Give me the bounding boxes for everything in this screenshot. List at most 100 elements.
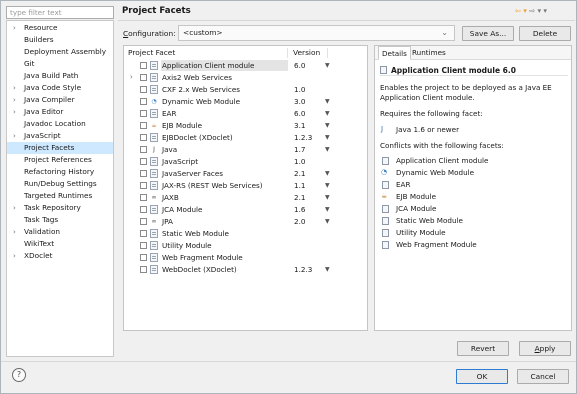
filter-input[interactable]: type filter text (6, 6, 114, 19)
nav-item[interactable]: › XDoclet (7, 250, 113, 262)
version-dropdown-icon[interactable]: ▼ (325, 144, 330, 155)
nav-item[interactable]: › Task Repository (7, 202, 113, 214)
nav-item[interactable]: Builders (7, 34, 113, 46)
facet-checkbox[interactable] (140, 86, 147, 93)
version-dropdown-icon[interactable]: ▼ (325, 108, 330, 119)
nav-item[interactable]: Targeted Runtimes (7, 190, 113, 202)
nav-item[interactable]: › Java Editor (7, 106, 113, 118)
column-header-facet[interactable]: Project Facet (128, 48, 175, 57)
facet-row[interactable]: Application Client module 6.0 ▼ (124, 60, 367, 71)
facet-version[interactable]: 3.1 (294, 120, 305, 131)
facet-checkbox[interactable] (140, 110, 147, 117)
chevron-right-icon[interactable]: › (13, 22, 16, 34)
back-arrow-icon[interactable]: ⇦ ▾ (515, 6, 527, 15)
configuration-select[interactable]: <custom> ⌄ (178, 25, 455, 41)
chevron-right-icon[interactable]: › (13, 130, 16, 142)
nav-item[interactable]: Project Facets (7, 142, 113, 154)
nav-item[interactable]: Git (7, 58, 113, 70)
facet-row[interactable]: ∞ JAXB 2.1 ▼ (124, 192, 367, 203)
nav-item[interactable]: Java Build Path (7, 70, 113, 82)
facet-checkbox[interactable] (140, 266, 147, 273)
nav-item[interactable]: Refactoring History (7, 166, 113, 178)
facet-checkbox[interactable] (140, 98, 147, 105)
version-dropdown-icon[interactable]: ▼ (325, 204, 330, 215)
chevron-right-icon[interactable]: › (130, 72, 133, 83)
facet-checkbox[interactable] (140, 182, 147, 189)
help-icon[interactable]: ? (12, 368, 26, 382)
nav-item[interactable]: › Resource (7, 22, 113, 34)
facet-version[interactable]: 2.0 (294, 216, 305, 227)
version-dropdown-icon[interactable]: ▼ (325, 192, 330, 203)
facet-row[interactable]: EAR 6.0 ▼ (124, 108, 367, 119)
chevron-right-icon[interactable]: › (13, 226, 16, 238)
delete-button[interactable]: Delete (519, 26, 571, 41)
facet-row[interactable]: JavaScript 1.0 (124, 156, 367, 167)
ok-button[interactable]: OK (456, 369, 508, 384)
facet-checkbox[interactable] (140, 170, 147, 177)
chevron-right-icon[interactable]: › (13, 202, 16, 214)
nav-item[interactable]: Project References (7, 154, 113, 166)
chevron-right-icon[interactable]: › (13, 106, 16, 118)
version-dropdown-icon[interactable]: ▼ (325, 132, 330, 143)
facet-row[interactable]: Utility Module (124, 240, 367, 251)
nav-item[interactable]: Deployment Assembly (7, 46, 113, 58)
version-dropdown-icon[interactable]: ▼ (325, 216, 330, 227)
facet-checkbox[interactable] (140, 254, 147, 261)
version-dropdown-icon[interactable]: ▼ (325, 180, 330, 191)
apply-button[interactable]: Apply (519, 341, 571, 356)
forward-arrow-icon[interactable]: ⇨ ▾ ▾ (529, 6, 547, 15)
facet-version[interactable]: 1.2.3 (294, 132, 312, 143)
facet-checkbox[interactable] (140, 74, 147, 81)
facet-row[interactable]: › Axis2 Web Services (124, 72, 367, 83)
revert-button[interactable]: Revert (457, 341, 509, 356)
facet-row[interactable]: Web Fragment Module (124, 252, 367, 263)
facet-row[interactable]: ☕ EJB Module 3.1 ▼ (124, 120, 367, 131)
facet-checkbox[interactable] (140, 62, 147, 69)
facet-row[interactable]: JavaServer Faces 2.1 ▼ (124, 168, 367, 179)
facet-version[interactable]: 2.1 (294, 168, 305, 179)
facet-version[interactable]: 1.1 (294, 180, 305, 191)
facet-checkbox[interactable] (140, 218, 147, 225)
version-dropdown-icon[interactable]: ▼ (325, 168, 330, 179)
tab-details[interactable]: Details (378, 46, 411, 60)
chevron-right-icon[interactable]: › (13, 250, 16, 262)
facet-version[interactable]: 3.0 (294, 96, 305, 107)
facet-row[interactable]: WebDoclet (XDoclet) 1.2.3 ▼ (124, 264, 367, 275)
facet-row[interactable]: JCA Module 1.6 ▼ (124, 204, 367, 215)
facet-checkbox[interactable] (140, 206, 147, 213)
nav-item[interactable]: Task Tags (7, 214, 113, 226)
tab-runtimes[interactable]: Runtimes (409, 46, 449, 60)
nav-item[interactable]: WikiText (7, 238, 113, 250)
facet-row[interactable]: CXF 2.x Web Services 1.0 (124, 84, 367, 95)
save-as-button[interactable]: Save As... (462, 26, 514, 41)
chevron-right-icon[interactable]: › (13, 82, 16, 94)
version-dropdown-icon[interactable]: ▼ (325, 264, 330, 275)
nav-item[interactable]: Javadoc Location (7, 118, 113, 130)
facet-version[interactable]: 1.2.3 (294, 264, 312, 275)
nav-item[interactable]: › Java Compiler (7, 94, 113, 106)
facet-checkbox[interactable] (140, 230, 147, 237)
nav-item[interactable]: › Java Code Style (7, 82, 113, 94)
nav-item[interactable]: Run/Debug Settings (7, 178, 113, 190)
facet-checkbox[interactable] (140, 242, 147, 249)
facet-version[interactable]: 6.0 (294, 108, 305, 119)
facet-checkbox[interactable] (140, 122, 147, 129)
facet-checkbox[interactable] (140, 194, 147, 201)
facet-version[interactable]: 2.1 (294, 192, 305, 203)
facet-row[interactable]: ◔ Dynamic Web Module 3.0 ▼ (124, 96, 367, 107)
facet-version[interactable]: 1.6 (294, 204, 305, 215)
nav-item[interactable]: › Validation (7, 226, 113, 238)
facet-version[interactable]: 1.7 (294, 144, 305, 155)
chevron-right-icon[interactable]: › (13, 94, 16, 106)
facet-checkbox[interactable] (140, 146, 147, 153)
cancel-button[interactable]: Cancel (517, 369, 569, 384)
facet-row[interactable]: JAX-RS (REST Web Services) 1.1 ▼ (124, 180, 367, 191)
version-dropdown-icon[interactable]: ▼ (325, 96, 330, 107)
nav-item[interactable]: › JavaScript (7, 130, 113, 142)
column-header-version[interactable]: Version (293, 48, 320, 57)
version-dropdown-icon[interactable]: ▼ (325, 120, 330, 131)
facet-row[interactable]: J Java 1.7 ▼ (124, 144, 367, 155)
facet-row[interactable]: EJBDoclet (XDoclet) 1.2.3 ▼ (124, 132, 367, 143)
chevron-down-icon[interactable]: ⌄ (441, 26, 448, 40)
version-dropdown-icon[interactable]: ▼ (325, 60, 330, 71)
